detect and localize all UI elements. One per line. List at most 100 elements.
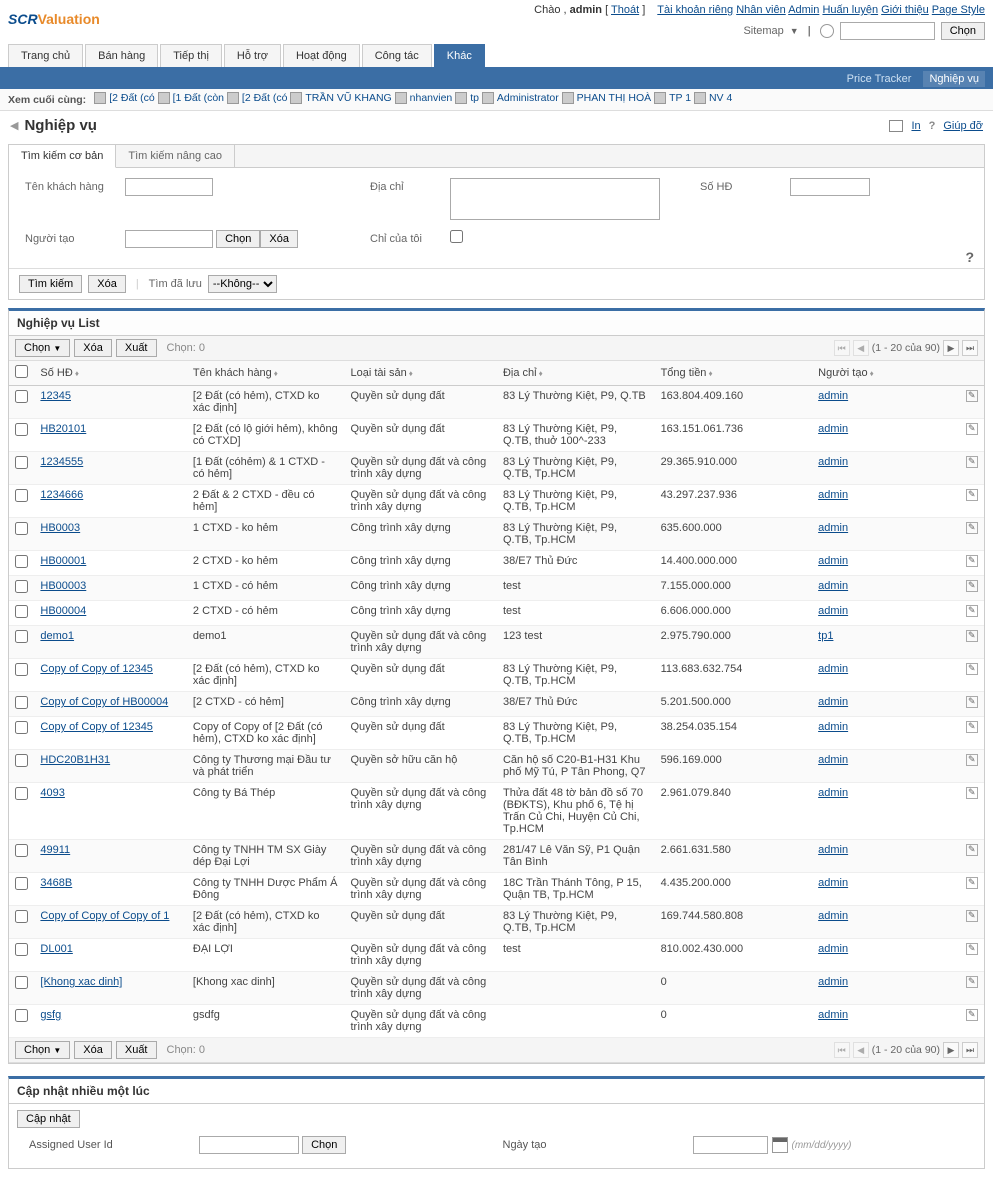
contract-link[interactable]: 3468B xyxy=(40,877,72,889)
recent-item[interactable]: TP 1 xyxy=(654,92,691,104)
search-help-icon[interactable]: ? xyxy=(965,249,974,265)
recent-item[interactable]: tp xyxy=(455,92,479,104)
select-all-checkbox[interactable] xyxy=(15,365,28,378)
recent-item[interactable]: [2 Đất (có xyxy=(94,92,155,104)
row-checkbox[interactable] xyxy=(15,844,28,857)
contract-link[interactable]: 4093 xyxy=(40,787,64,799)
row-checkbox[interactable] xyxy=(15,522,28,535)
customer-input[interactable] xyxy=(125,178,213,196)
subtab-nghiệp-vụ[interactable]: Nghiệp vụ xyxy=(923,71,985,87)
page-prev-icon[interactable]: ◀ xyxy=(853,1042,869,1058)
row-checkbox[interactable] xyxy=(15,580,28,593)
recent-item[interactable]: Administrator xyxy=(482,92,559,104)
page-last-icon[interactable]: ⏭ xyxy=(962,340,978,356)
contract-link[interactable]: 1234555 xyxy=(40,456,83,468)
recent-item[interactable]: PHAN THỊ HOÀ xyxy=(562,92,651,104)
row-checkbox[interactable] xyxy=(15,754,28,767)
contract-link[interactable]: 49911 xyxy=(40,844,70,856)
search-button[interactable]: Tìm kiếm xyxy=(19,275,82,293)
logo[interactable]: SCRValuation xyxy=(8,4,108,34)
only-mine-checkbox[interactable] xyxy=(450,230,463,243)
row-checkbox[interactable] xyxy=(15,555,28,568)
edit-icon[interactable] xyxy=(966,976,978,988)
creator-link[interactable]: admin xyxy=(818,522,848,534)
contract-link[interactable]: HB00004 xyxy=(40,605,86,617)
tab-hỗ-trợ[interactable]: Hỗ trợ xyxy=(224,44,281,67)
row-checkbox[interactable] xyxy=(15,663,28,676)
edit-icon[interactable] xyxy=(966,721,978,733)
page-next-icon[interactable]: ▶ xyxy=(943,340,959,356)
row-checkbox[interactable] xyxy=(15,390,28,403)
tab-tiếp-thị[interactable]: Tiếp thị xyxy=(160,44,222,67)
row-checkbox[interactable] xyxy=(15,976,28,989)
creator-choose-button[interactable]: Chọn xyxy=(216,230,260,248)
edit-icon[interactable] xyxy=(966,1009,978,1021)
page-first-icon[interactable]: ⏮ xyxy=(834,340,850,356)
creator-link[interactable]: admin xyxy=(818,976,848,988)
edit-icon[interactable] xyxy=(966,787,978,799)
edit-icon[interactable] xyxy=(966,630,978,642)
reload-icon[interactable] xyxy=(820,24,834,38)
row-checkbox[interactable] xyxy=(15,877,28,890)
created-date-input[interactable] xyxy=(693,1136,768,1154)
creator-link[interactable]: admin xyxy=(818,555,848,567)
edit-icon[interactable] xyxy=(966,555,978,567)
list-export-button-bottom[interactable]: Xuất xyxy=(116,1041,157,1059)
creator-link[interactable]: admin xyxy=(818,943,848,955)
edit-icon[interactable] xyxy=(966,489,978,501)
contract-link[interactable]: Copy of Copy of Copy of 1 xyxy=(40,910,169,922)
recent-item[interactable]: TRẦN VŨ KHANG xyxy=(290,92,391,104)
edit-icon[interactable] xyxy=(966,605,978,617)
clear-button[interactable]: Xóa xyxy=(88,275,126,293)
row-checkbox[interactable] xyxy=(15,696,28,709)
help-icon[interactable]: ? xyxy=(929,120,936,132)
edit-icon[interactable] xyxy=(966,696,978,708)
contract-link[interactable]: 12345 xyxy=(40,390,71,402)
contract-link[interactable]: HB00003 xyxy=(40,580,86,592)
edit-icon[interactable] xyxy=(966,943,978,955)
tab-công-tác[interactable]: Công tác xyxy=(362,44,432,67)
col-total[interactable]: Tổng tiền xyxy=(661,367,707,379)
chevron-down-icon[interactable]: ▼ xyxy=(790,26,799,36)
page-prev-icon[interactable]: ◀ xyxy=(853,340,869,356)
tab-trang-chủ[interactable]: Trang chủ xyxy=(8,44,83,67)
row-checkbox[interactable] xyxy=(15,456,28,469)
recent-item[interactable]: NV 4 xyxy=(694,92,732,104)
creator-link[interactable]: admin xyxy=(818,787,848,799)
list-delete-button-bottom[interactable]: Xóa xyxy=(74,1041,112,1059)
creator-link[interactable]: admin xyxy=(818,456,848,468)
top-link[interactable]: Page Style xyxy=(932,4,985,16)
top-link[interactable]: Tài khoản riêng xyxy=(657,4,733,16)
global-search-input[interactable] xyxy=(840,22,935,40)
creator-link[interactable]: admin xyxy=(818,605,848,617)
creator-link[interactable]: admin xyxy=(818,721,848,733)
assigned-user-input[interactable] xyxy=(199,1136,299,1154)
page-next-icon[interactable]: ▶ xyxy=(943,1042,959,1058)
row-checkbox[interactable] xyxy=(15,423,28,436)
creator-link[interactable]: admin xyxy=(818,696,848,708)
row-checkbox[interactable] xyxy=(15,630,28,643)
contract-link[interactable]: 1234666 xyxy=(40,489,83,501)
print-link[interactable]: In xyxy=(911,120,920,132)
sitemap-link[interactable]: Sitemap xyxy=(743,25,783,37)
help-link[interactable]: Giúp đỡ xyxy=(943,120,983,132)
tab-hoạt-động[interactable]: Hoạt động xyxy=(283,44,360,67)
list-choose-button-bottom[interactable]: Chọn ▼ xyxy=(15,1041,70,1059)
contract-link[interactable]: DL001 xyxy=(40,943,72,955)
edit-icon[interactable] xyxy=(966,423,978,435)
row-checkbox[interactable] xyxy=(15,910,28,923)
edit-icon[interactable] xyxy=(966,522,978,534)
edit-icon[interactable] xyxy=(966,877,978,889)
creator-input[interactable] xyxy=(125,230,213,248)
search-tab-0[interactable]: Tìm kiếm cơ bản xyxy=(9,145,116,168)
creator-link[interactable]: tp1 xyxy=(818,630,833,642)
top-link[interactable]: Nhân viên xyxy=(736,4,786,16)
list-choose-button[interactable]: Chọn ▼ xyxy=(15,339,70,357)
edit-icon[interactable] xyxy=(966,844,978,856)
col-asset[interactable]: Loại tài sản xyxy=(350,367,406,379)
tab-khác[interactable]: Khác xyxy=(434,44,485,67)
contract-link[interactable]: Copy of Copy of 12345 xyxy=(40,663,153,675)
edit-icon[interactable] xyxy=(966,663,978,675)
logout-link[interactable]: Thoát xyxy=(611,4,639,16)
contract-link[interactable]: [Khong xac dinh] xyxy=(40,976,122,988)
